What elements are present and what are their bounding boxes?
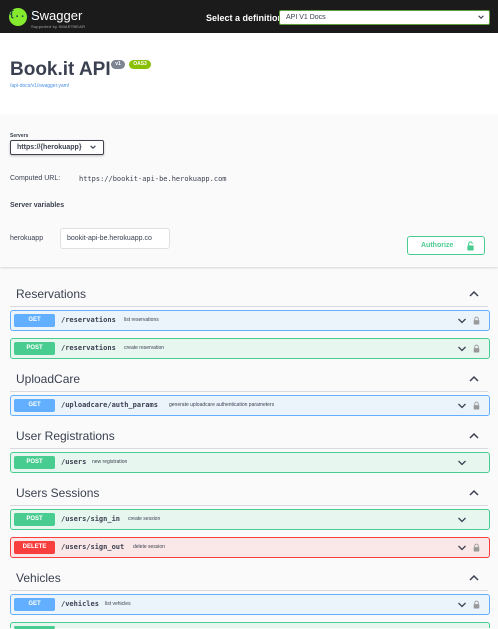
chevron-down-icon <box>458 602 466 608</box>
unlocked-icon <box>467 241 474 251</box>
chevron-down-icon <box>458 403 466 409</box>
tag-title: UploadCare <box>16 372 81 386</box>
chevron-down-icon <box>458 517 466 523</box>
computed-url-value: https://bookit-api-be.herokuapp.com <box>79 175 227 183</box>
method-badge: GET <box>14 598 55 611</box>
operation-get-reservations[interactable]: GET /reservations list reservations <box>10 310 490 331</box>
tag-title: Vehicles <box>16 571 61 585</box>
operation-path: /reservations <box>61 344 116 352</box>
lock-icon[interactable] <box>473 600 480 609</box>
tag-user-registrations[interactable]: User Registrations <box>10 423 488 449</box>
lock-icon[interactable] <box>473 344 480 353</box>
operation-summary: create session <box>128 516 161 522</box>
tag-title: Users Sessions <box>16 486 100 500</box>
definition-value: API V1 Docs <box>286 14 326 21</box>
operation-summary: list reservations <box>124 317 159 323</box>
method-badge: DELETE <box>14 541 55 554</box>
servers-select[interactable]: https://{herokuapp} <box>10 140 104 155</box>
tag-title: Reservations <box>16 287 87 301</box>
chevron-up-icon <box>469 574 479 581</box>
tag-vehicles[interactable]: Vehicles <box>10 565 488 591</box>
chevron-up-icon <box>469 489 479 496</box>
lock-icon[interactable] <box>473 316 480 325</box>
lock-icon[interactable] <box>473 543 480 552</box>
chevron-down-icon <box>90 145 96 149</box>
definition-select[interactable]: API V1 Docs <box>279 10 490 25</box>
chevron-up-icon <box>469 375 479 382</box>
chevron-up-icon <box>469 432 479 439</box>
servers-selected-value: https://{herokuapp} <box>17 144 82 151</box>
operation-post-reservations[interactable]: POST /reservations create reservation <box>10 338 490 359</box>
swagger-logo-icon[interactable]: {...} <box>9 8 36 26</box>
method-badge: GET <box>14 314 55 327</box>
server-variable-name: herokuapp <box>10 235 44 242</box>
brand-name[interactable]: Swagger <box>31 8 82 23</box>
brand-subtitle: Supported by SMARTBEAR <box>31 24 86 29</box>
chevron-down-icon <box>458 545 466 551</box>
topbar: {...} Swagger Supported by SMARTBEAR Sel… <box>0 0 498 33</box>
operation-summary: new registration <box>92 459 128 465</box>
operation-path: /vehicles <box>61 600 99 608</box>
operation-summary: generate uploadcare authentication param… <box>169 402 275 408</box>
chevron-down-icon <box>478 15 484 19</box>
version-badge: v1 <box>111 60 125 69</box>
operation-post-users-sign-in[interactable]: POST /users/sign_in create session <box>10 509 490 530</box>
method-badge: POST <box>14 456 55 469</box>
operation-path: /users <box>61 458 87 466</box>
tag-title: User Registrations <box>16 429 115 443</box>
tag-reservations[interactable]: Reservations <box>10 281 488 307</box>
authorize-button[interactable]: Authorize <box>407 236 485 255</box>
operation-get-vehicles[interactable]: GET /vehicles list vehicles <box>10 594 490 615</box>
spec-url-link[interactable]: /api-docs/v1/swagger.yaml <box>10 83 69 89</box>
operation-summary: delete session <box>133 544 165 550</box>
operation-summary: list vehicles <box>105 601 131 607</box>
definition-label: Select a definition <box>206 13 284 23</box>
operation-partial[interactable] <box>10 622 490 629</box>
operation-path: /users/sign_out <box>61 543 125 551</box>
operation-summary: create reservation <box>124 345 165 351</box>
operation-path: /reservations <box>61 316 116 324</box>
chevron-down-icon <box>458 346 466 352</box>
operation-post-users[interactable]: POST /users new registration <box>10 452 490 473</box>
chevron-down-icon <box>458 318 466 324</box>
lock-icon[interactable] <box>473 401 480 410</box>
chevron-down-icon <box>458 460 466 466</box>
tag-users-sessions[interactable]: Users Sessions <box>10 480 488 506</box>
method-badge: GET <box>14 399 55 412</box>
method-badge: POST <box>14 513 55 526</box>
operation-path: /users/sign_in <box>61 515 121 523</box>
server-variable-input[interactable]: bookit-api-be.herokuapp.co <box>60 228 170 249</box>
computed-url-label: Computed URL: <box>10 175 61 182</box>
tag-uploadcare[interactable]: UploadCare <box>10 366 488 392</box>
operation-get-uploadcare-auth-params[interactable]: GET /uploadcare/auth_params generate upl… <box>10 395 490 416</box>
server-variables-title: Server variables <box>10 202 65 209</box>
page-title: Book.it API <box>10 59 111 80</box>
method-badge: POST <box>14 342 55 355</box>
oas-badge: OAS3 <box>129 60 151 69</box>
authorize-label: Authorize <box>421 242 454 249</box>
operation-delete-users-sign-out[interactable]: DELETE /users/sign_out delete session <box>10 537 490 558</box>
chevron-up-icon <box>469 290 479 297</box>
operation-path: /uploadcare/auth_params <box>61 401 158 409</box>
servers-label: Servers <box>10 133 29 139</box>
